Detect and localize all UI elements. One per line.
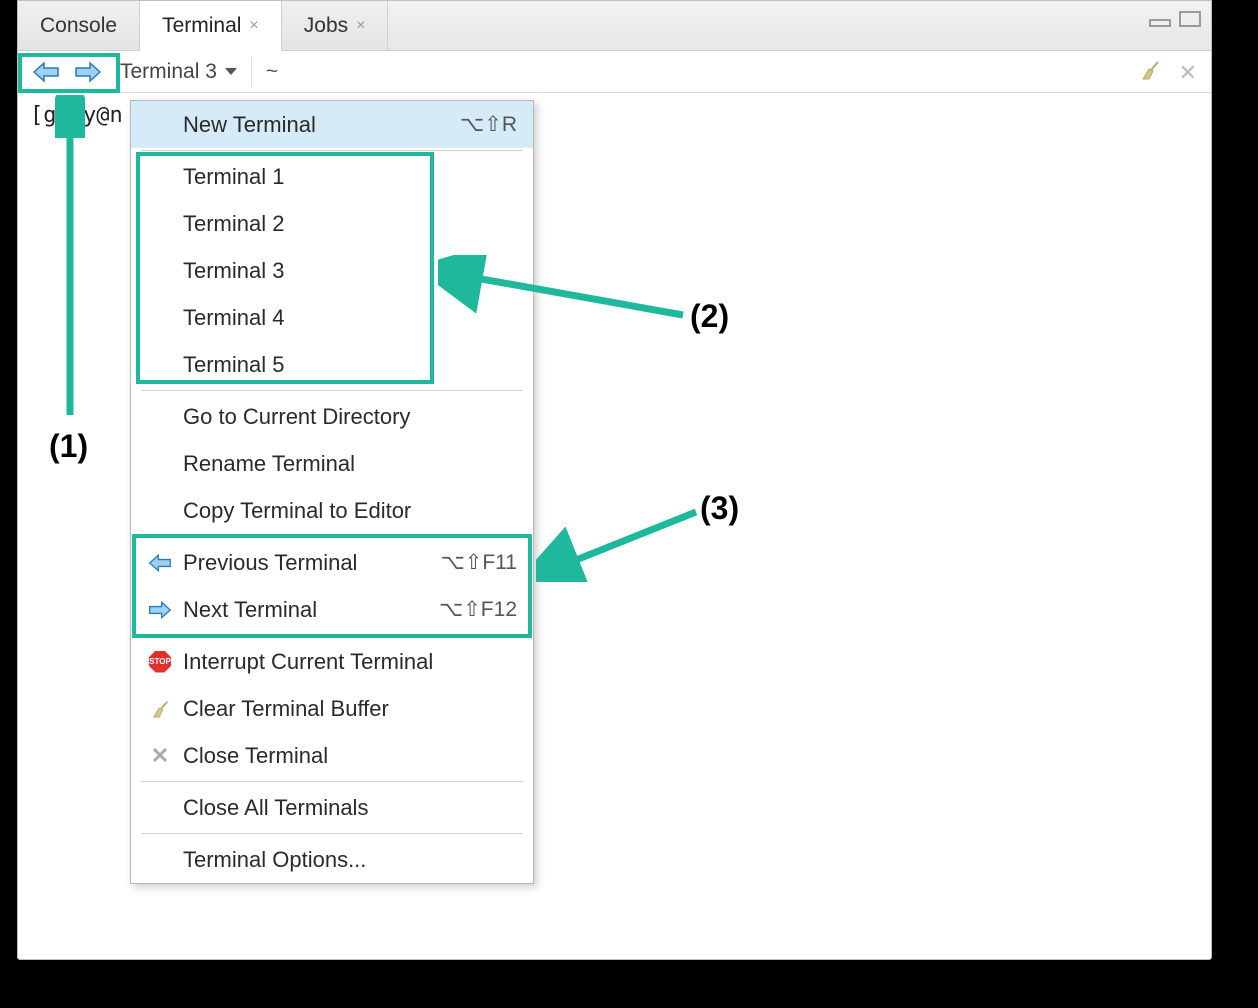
terminal-dropdown-menu: New Terminal ⌥⇧R Terminal 1 Terminal 2 T…	[130, 100, 534, 884]
terminal-toolbar: Terminal 3 ~ ✕	[18, 51, 1211, 93]
menu-separator	[141, 833, 523, 834]
tab-label: Jobs	[304, 14, 348, 38]
tab-terminal[interactable]: Terminal ×	[140, 1, 282, 51]
menu-previous-terminal[interactable]: Previous Terminal ⌥⇧F11	[131, 539, 533, 586]
menu-item-label: Clear Terminal Buffer	[177, 696, 517, 722]
stop-icon: STOP	[143, 651, 177, 673]
menu-item-label: Go to Current Directory	[177, 404, 517, 430]
menu-item-label: Terminal 2	[177, 211, 517, 237]
menu-new-terminal[interactable]: New Terminal ⌥⇧R	[131, 101, 533, 148]
close-icon[interactable]: ×	[356, 17, 365, 35]
next-terminal-button[interactable]	[74, 61, 102, 83]
menu-item-label: Close All Terminals	[177, 795, 517, 821]
pane-window-buttons	[1149, 11, 1201, 27]
menu-interrupt-terminal[interactable]: STOP Interrupt Current Terminal	[131, 638, 533, 685]
menu-next-terminal[interactable]: Next Terminal ⌥⇧F12	[131, 586, 533, 633]
menu-item-label: Rename Terminal	[177, 451, 517, 477]
menu-item-label: Terminal Options...	[177, 847, 517, 873]
menu-separator	[141, 635, 523, 636]
menu-item-shortcut: ⌥⇧F12	[439, 597, 517, 622]
minimize-icon[interactable]	[1149, 19, 1171, 27]
terminal-cwd: ~	[266, 60, 278, 84]
tab-jobs[interactable]: Jobs ×	[282, 1, 389, 50]
annotation-arrow-1	[55, 95, 85, 425]
annotation-label-1: (1)	[49, 428, 88, 465]
menu-item-label: Terminal 1	[177, 164, 517, 190]
arrow-left-icon	[143, 553, 177, 573]
tab-label: Console	[40, 14, 117, 38]
annotation-arrow-3	[536, 502, 706, 582]
menu-clear-buffer[interactable]: Clear Terminal Buffer	[131, 685, 533, 732]
menu-copy-terminal-to-editor[interactable]: Copy Terminal to Editor	[131, 487, 533, 534]
terminal-selector[interactable]: Terminal 3	[120, 60, 237, 84]
menu-item-label: Copy Terminal to Editor	[177, 498, 517, 524]
menu-item-label: Terminal 5	[177, 352, 517, 378]
tab-console[interactable]: Console	[18, 1, 140, 50]
tab-label: Terminal	[162, 14, 241, 38]
menu-separator	[141, 536, 523, 537]
menu-close-all-terminals[interactable]: Close All Terminals	[131, 784, 533, 831]
menu-terminal-2[interactable]: Terminal 2	[131, 200, 533, 247]
menu-item-label: New Terminal	[177, 112, 460, 138]
menu-terminal-options[interactable]: Terminal Options...	[131, 836, 533, 883]
terminal-nav-arrows	[28, 61, 106, 83]
menu-terminal-1[interactable]: Terminal 1	[131, 153, 533, 200]
annotation-label-2: (2)	[690, 298, 729, 335]
menu-item-label: Close Terminal	[177, 743, 517, 769]
annotation-label-3: (3)	[700, 490, 739, 527]
menu-item-label: Interrupt Current Terminal	[177, 649, 517, 675]
close-icon[interactable]: ×	[249, 17, 258, 35]
menu-close-terminal[interactable]: ✕ Close Terminal	[131, 732, 533, 779]
menu-item-label: Previous Terminal	[177, 550, 441, 576]
broom-icon	[143, 699, 177, 719]
clear-icon[interactable]	[1139, 59, 1161, 87]
annotation-arrow-2	[438, 255, 688, 325]
menu-go-to-current-dir[interactable]: Go to Current Directory	[131, 393, 533, 440]
menu-rename-terminal[interactable]: Rename Terminal	[131, 440, 533, 487]
pane-tabbar: Console Terminal × Jobs ×	[18, 1, 1211, 51]
arrow-right-icon	[143, 600, 177, 620]
close-terminal-icon[interactable]: ✕	[1179, 60, 1197, 86]
terminal-selector-label: Terminal 3	[120, 60, 217, 84]
close-icon: ✕	[143, 743, 177, 769]
menu-separator	[141, 150, 523, 151]
chevron-down-icon	[225, 68, 237, 75]
toolbar-divider	[251, 57, 252, 87]
maximize-icon[interactable]	[1179, 11, 1201, 27]
menu-item-label: Next Terminal	[177, 597, 439, 623]
prev-terminal-button[interactable]	[32, 61, 60, 83]
menu-terminal-5[interactable]: Terminal 5	[131, 341, 533, 388]
menu-separator	[141, 390, 523, 391]
menu-item-shortcut: ⌥⇧R	[460, 112, 517, 137]
menu-item-shortcut: ⌥⇧F11	[441, 550, 517, 575]
menu-separator	[141, 781, 523, 782]
